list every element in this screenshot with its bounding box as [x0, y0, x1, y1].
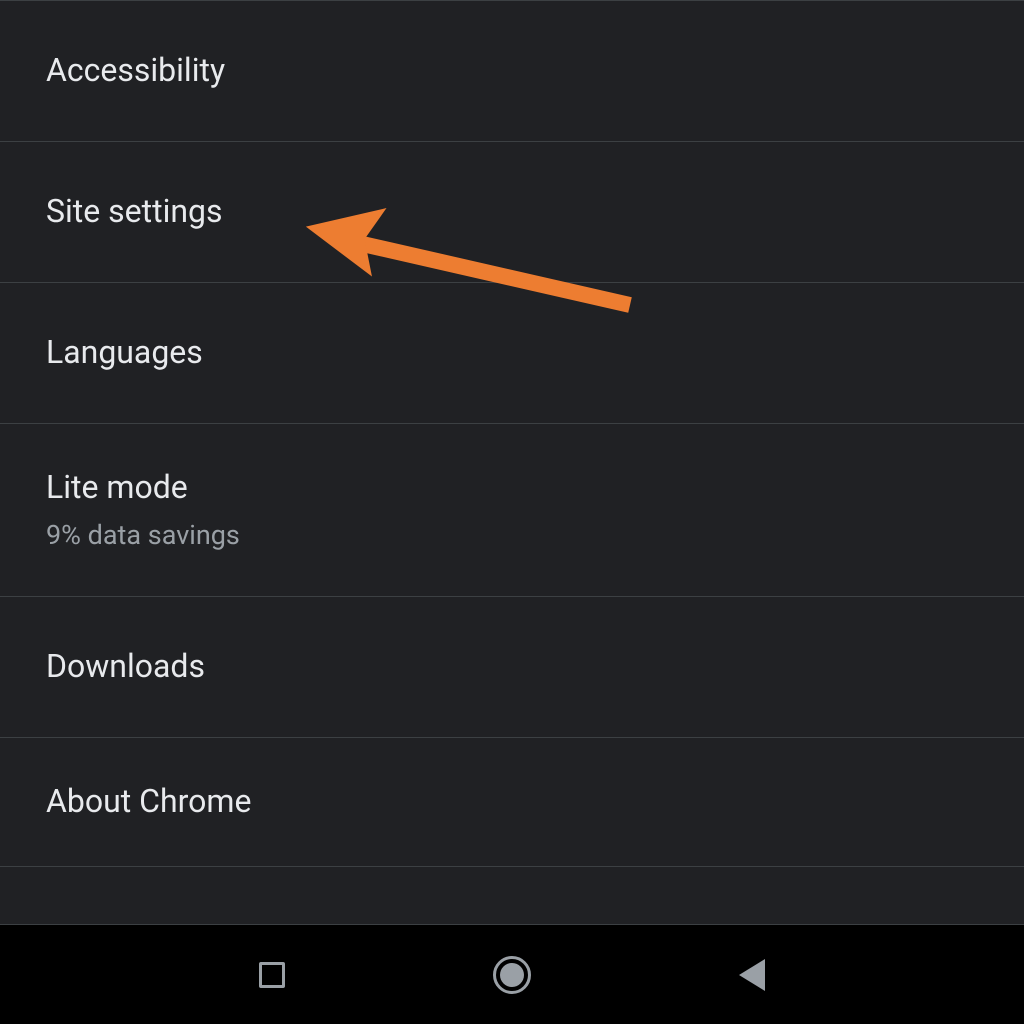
navigation-bar	[0, 924, 1024, 1024]
settings-item-label: Accessibility	[46, 50, 978, 92]
back-icon	[739, 959, 765, 991]
settings-item-languages[interactable]: Languages	[0, 283, 1024, 424]
settings-item-label: Downloads	[46, 646, 978, 688]
settings-item-lite-mode[interactable]: Lite mode 9% data savings	[0, 424, 1024, 597]
recent-apps-icon	[259, 962, 285, 988]
settings-item-about-chrome[interactable]: About Chrome	[0, 738, 1024, 867]
settings-item-downloads[interactable]: Downloads	[0, 597, 1024, 738]
settings-item-label: Languages	[46, 332, 978, 374]
nav-recent-button[interactable]	[247, 950, 297, 1000]
settings-item-label: Site settings	[46, 191, 978, 233]
settings-item-subtitle: 9% data savings	[46, 518, 978, 553]
settings-list: Accessibility Site settings Languages Li…	[0, 0, 1024, 867]
settings-item-accessibility[interactable]: Accessibility	[0, 1, 1024, 142]
settings-item-label: About Chrome	[46, 781, 978, 823]
settings-item-site-settings[interactable]: Site settings	[0, 142, 1024, 283]
home-icon	[493, 956, 531, 994]
nav-home-button[interactable]	[487, 950, 537, 1000]
nav-back-button[interactable]	[727, 950, 777, 1000]
settings-item-label: Lite mode	[46, 467, 978, 509]
